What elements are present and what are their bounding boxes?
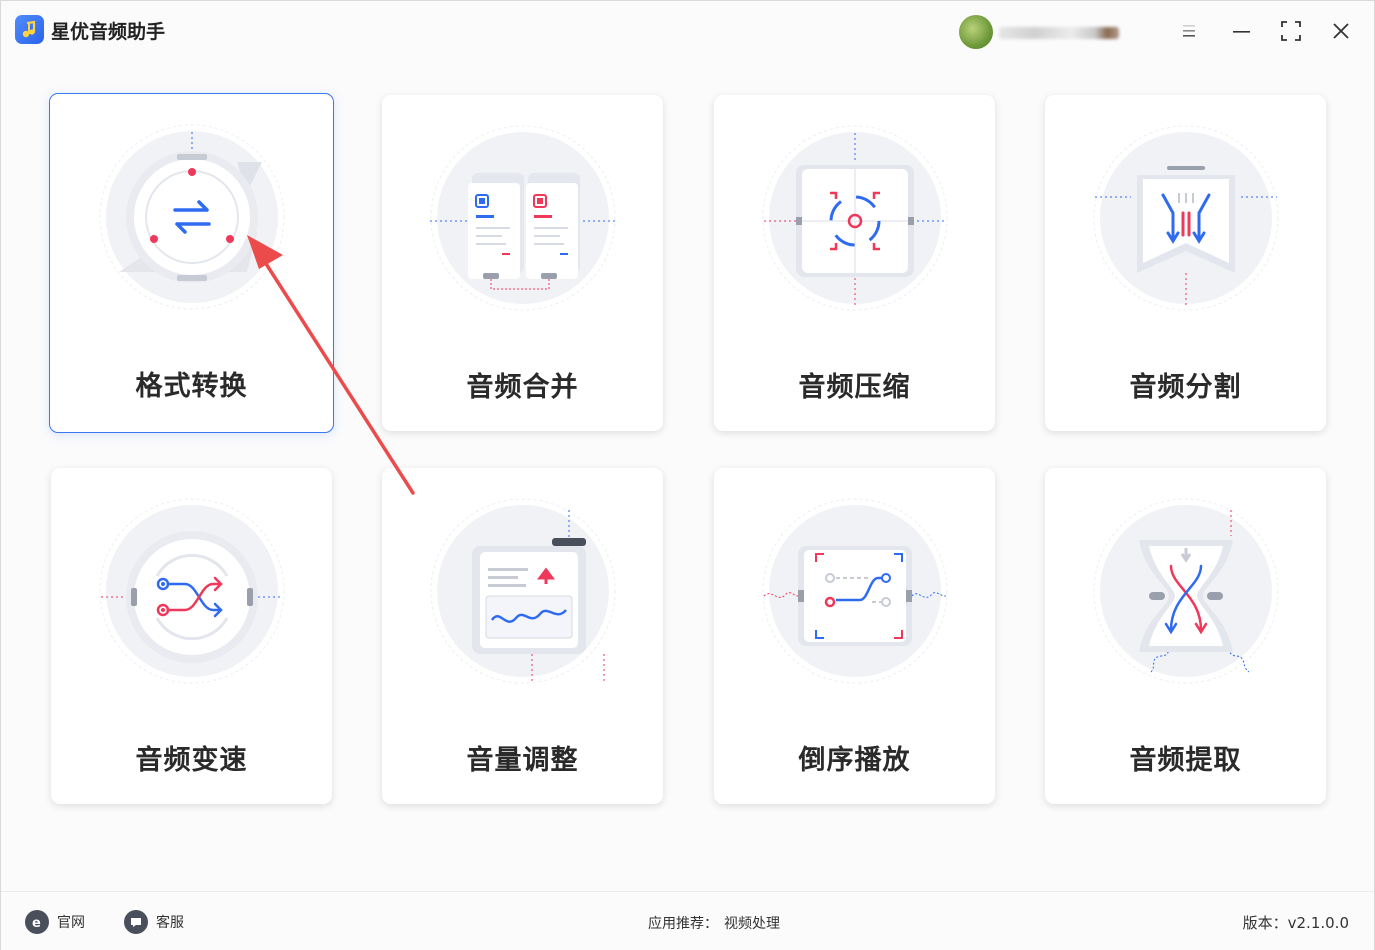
svg-text:e: e xyxy=(32,916,41,930)
card-audio-speed[interactable]: 音频变速 xyxy=(51,468,332,804)
reverse-play-icon xyxy=(762,498,947,684)
card-label: 音频分割 xyxy=(1129,372,1242,403)
app-title: 星优音频助手 xyxy=(51,21,166,43)
app-logo-icon xyxy=(15,15,44,44)
card-label: 格式转换 xyxy=(135,371,248,402)
card-volume-adjust[interactable]: 音量调整 xyxy=(382,468,663,804)
app-window: 星优音频助手 格式转换 音频合并 音频压缩 音频分割 音频变速 音量调整 倒序播… xyxy=(0,0,1375,950)
format-convert-icon xyxy=(99,124,284,310)
menu-button[interactable] xyxy=(1173,15,1205,47)
audio-extract-icon xyxy=(1093,498,1278,684)
avatar[interactable] xyxy=(959,15,993,49)
audio-speed-icon xyxy=(99,498,284,684)
card-label: 音量调整 xyxy=(466,745,579,776)
card-audio-split[interactable]: 音频分割 xyxy=(1045,95,1326,431)
app-recommend: 应用推荐： 视频处理 xyxy=(648,913,780,933)
card-audio-compress[interactable]: 音频压缩 xyxy=(714,95,995,431)
card-label: 音频压缩 xyxy=(798,372,911,403)
card-reverse-play[interactable]: 倒序播放 xyxy=(714,468,995,804)
website-label: 官网 xyxy=(57,915,85,931)
menu-icon xyxy=(1183,25,1195,37)
user-account[interactable] xyxy=(959,15,1164,49)
audio-compress-icon xyxy=(762,125,947,311)
card-label: 音频提取 xyxy=(1129,745,1242,776)
browser-e-icon: e xyxy=(25,910,49,934)
close-button[interactable] xyxy=(1325,15,1357,47)
audio-split-icon xyxy=(1093,125,1278,311)
card-label: 倒序播放 xyxy=(798,745,911,776)
service-label: 客服 xyxy=(156,915,184,931)
maximize-button[interactable] xyxy=(1275,15,1307,47)
close-icon xyxy=(1333,23,1349,39)
footer: e 官网 客服 应用推荐： 视频处理 版本：v2.1.0.0 xyxy=(1,891,1374,950)
minimize-button[interactable] xyxy=(1225,15,1257,47)
minimize-icon xyxy=(1233,31,1250,33)
card-format-convert[interactable]: 格式转换 xyxy=(49,93,334,433)
title-bar: 星优音频助手 xyxy=(1,1,1374,61)
audio-merge-icon xyxy=(429,125,616,311)
customer-service-link[interactable]: 客服 xyxy=(124,910,184,934)
maximize-icon xyxy=(1281,21,1301,41)
chat-bubble-icon xyxy=(124,910,148,934)
volume-adjust-icon xyxy=(430,498,615,684)
card-label: 音频变速 xyxy=(135,745,248,776)
website-link[interactable]: e 官网 xyxy=(25,910,85,934)
version-text: 版本：v2.1.0.0 xyxy=(1242,914,1349,932)
recommend-prefix: 应用推荐： xyxy=(648,916,718,932)
card-label: 音频合并 xyxy=(466,372,579,403)
video-processing-link[interactable]: 视频处理 xyxy=(724,916,780,932)
user-name-redacted xyxy=(999,27,1119,39)
card-audio-extract[interactable]: 音频提取 xyxy=(1045,468,1326,804)
card-audio-merge[interactable]: 音频合并 xyxy=(382,95,663,431)
